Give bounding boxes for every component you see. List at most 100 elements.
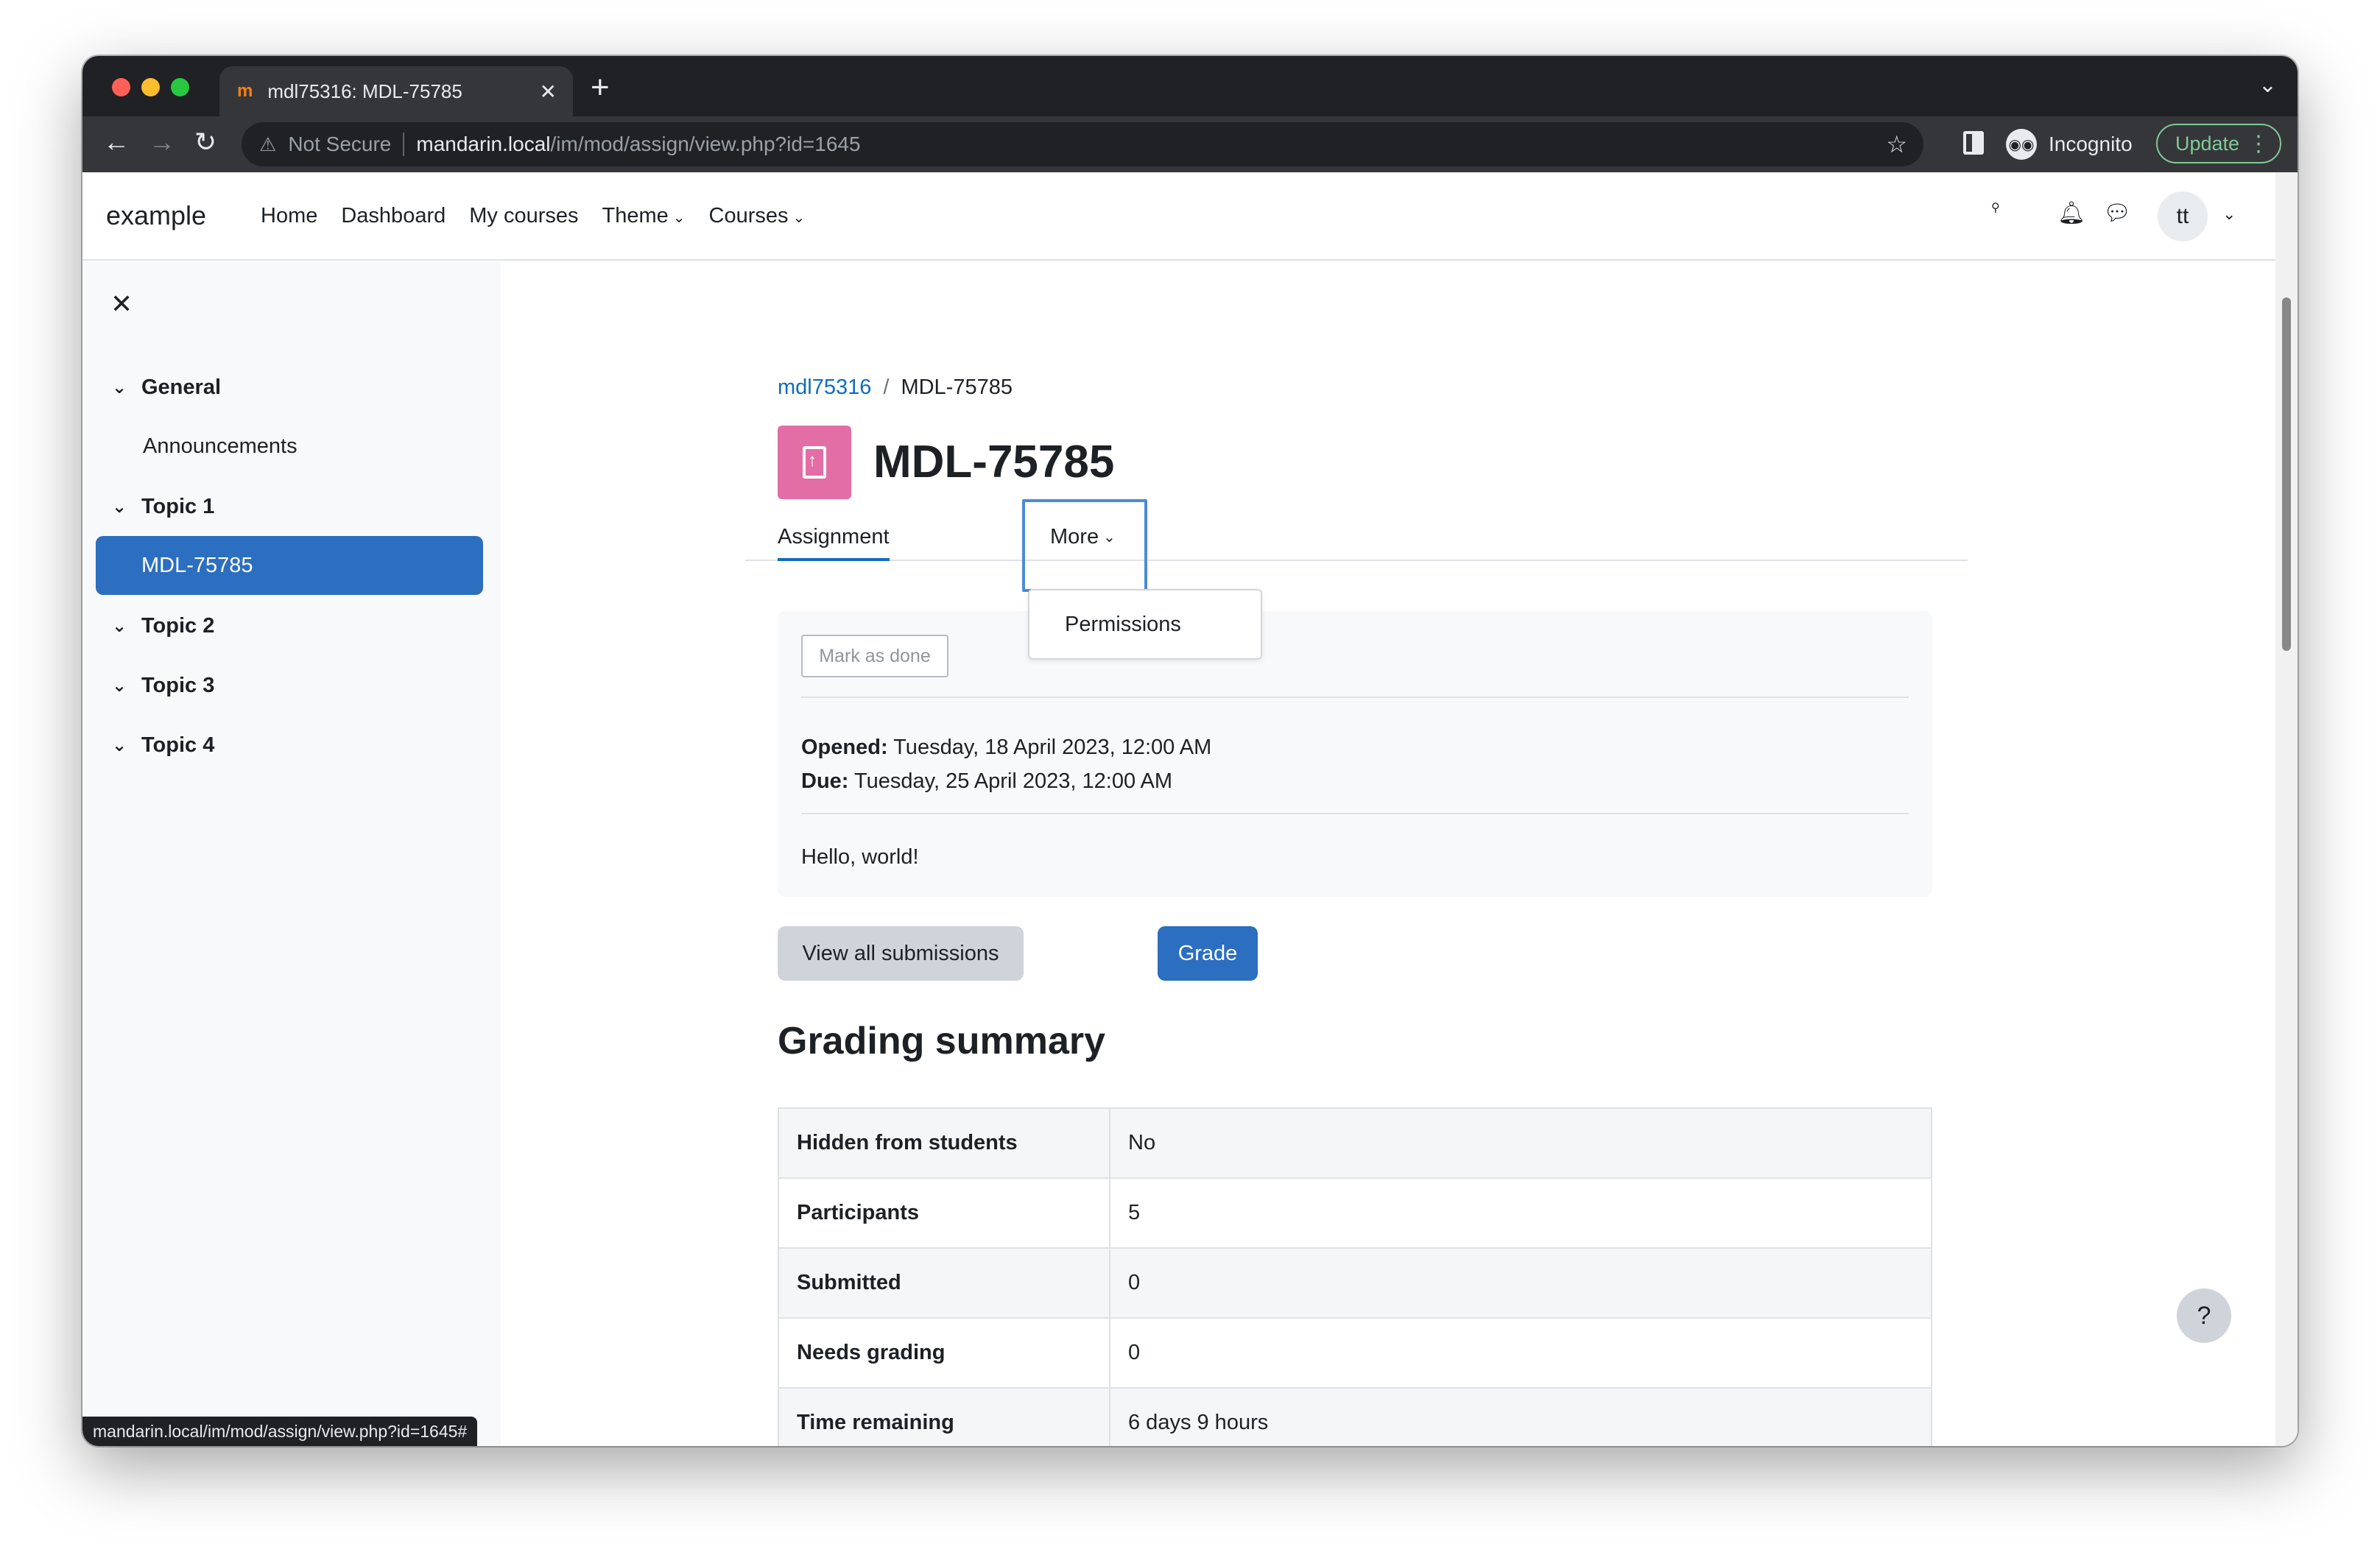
chevron-down-icon: ⌄ <box>672 209 686 226</box>
update-button[interactable]: Update ⋮ <box>2156 124 2281 163</box>
row-value: 0 <box>1109 1247 1932 1319</box>
row-label: Participants <box>778 1177 1110 1249</box>
url-path: /im/mod/assign/view.php?id=1645 <box>550 133 861 155</box>
chevron-down-icon[interactable]: ⌄ <box>97 735 141 756</box>
primary-navigation: Home Dashboard My courses Theme ⌄ Courses… <box>261 204 805 228</box>
breadcrumb: mdl75316 / MDL-75785 <box>778 375 1013 400</box>
activity-label: Announcements <box>143 434 298 458</box>
window-minimize-button[interactable] <box>141 78 160 96</box>
back-arrow-icon[interactable]: ← <box>103 127 130 158</box>
more-dropdown-menu: Permissions <box>1028 589 1262 660</box>
grading-summary-table: Hidden from students No Participants 5 S… <box>778 1107 1932 1446</box>
row-value: 6 days 9 hours <box>1109 1387 1932 1446</box>
activity-description: Hello, world! <box>801 845 919 869</box>
section-label: Topic 2 <box>141 613 215 638</box>
breadcrumb-divider: / <box>883 375 890 399</box>
table-row: Needs grading 0 <box>778 1317 1932 1389</box>
bookmark-star-icon[interactable]: ☆ <box>1886 130 1907 158</box>
notification-bell-icon[interactable]: 🔔︎ <box>2057 200 2085 226</box>
section-general[interactable]: ⌄ General <box>97 358 482 417</box>
search-icon[interactable]: ⚲ <box>1991 200 2000 215</box>
chevron-down-icon[interactable]: ⌄ <box>2222 205 2236 224</box>
nav-courses-label: Courses <box>708 203 789 228</box>
opened-label: Opened: <box>801 736 888 759</box>
chevron-down-icon: ⌄ <box>792 209 806 226</box>
nav-courses[interactable]: Courses ⌄ <box>709 204 806 228</box>
row-value: 5 <box>1109 1177 1932 1249</box>
update-label: Update <box>2175 132 2240 155</box>
section-topic-1[interactable]: ⌄ Topic 1 <box>97 477 482 536</box>
nav-theme[interactable]: Theme ⌄ <box>602 204 686 228</box>
menu-item-permissions[interactable]: Permissions <box>1065 613 1181 637</box>
nav-my-courses[interactable]: My courses <box>469 204 578 228</box>
due-label: Due: <box>801 769 849 793</box>
nav-dashboard[interactable]: Dashboard <box>341 204 446 228</box>
row-label: Hidden from students <box>778 1107 1110 1179</box>
due-value: Tuesday, 25 April 2023, 12:00 AM <box>854 769 1173 793</box>
breadcrumb-current: MDL-75785 <box>901 375 1013 399</box>
main-content: mdl75316 / MDL-75785 MDL-75785 Assignmen… <box>501 262 2275 1446</box>
security-label: Not Secure <box>288 133 392 155</box>
section-topic-4[interactable]: ⌄ Topic 4 <box>97 716 482 775</box>
incognito-icon: ◉◉ <box>2006 129 2037 160</box>
divider <box>403 133 405 156</box>
table-row: Time remaining 6 days 9 hours <box>778 1387 1932 1446</box>
activity-mdl-75785[interactable]: MDL-75785 <box>96 536 483 595</box>
chevron-down-icon[interactable]: ⌄ <box>97 496 141 518</box>
tab-search-chevron-icon[interactable]: ⌄ <box>2258 72 2277 98</box>
scrollbar-thumb[interactable] <box>2282 297 2291 651</box>
row-label: Time remaining <box>778 1387 1110 1446</box>
messages-icon[interactable]: 💬︎ <box>2103 200 2131 226</box>
tab-assignment[interactable]: Assignment <box>778 514 890 561</box>
browser-window: m mdl75316: MDL-75785 ✕ + ⌄ ← → ↻ ⚠ Not … <box>82 56 2298 1446</box>
secondary-navigation-divider <box>745 560 1968 561</box>
chevron-down-icon[interactable]: ⌄ <box>97 675 141 697</box>
browser-tab[interactable]: m mdl75316: MDL-75785 ✕ <box>219 66 573 116</box>
url-host: mandarin.local <box>416 133 551 155</box>
activity-label: MDL-75785 <box>141 553 253 577</box>
side-panel-icon[interactable] <box>1963 131 1984 155</box>
activity-header: Mark as done Opened: Tuesday, 18 April 2… <box>778 611 1932 897</box>
activity-announcements[interactable]: Announcements <box>97 417 482 476</box>
browser-toolbar: ← → ↻ ⚠ Not Secure mandarin.local /im/mo… <box>82 116 2298 172</box>
breadcrumb-course-link[interactable]: mdl75316 <box>778 375 871 400</box>
close-drawer-icon[interactable]: ✕ <box>110 289 133 320</box>
page-scrollbar[interactable] <box>2275 172 2298 1446</box>
site-brand[interactable]: example <box>106 200 206 231</box>
section-topic-2[interactable]: ⌄ Topic 2 <box>97 596 482 655</box>
mark-as-done-button[interactable]: Mark as done <box>801 635 948 677</box>
moodle-favicon-icon: m <box>237 81 253 101</box>
section-topic-3[interactable]: ⌄ Topic 3 <box>97 656 482 715</box>
grade-button[interactable]: Grade <box>1158 926 1258 981</box>
chevron-down-icon[interactable]: ⌄ <box>97 377 141 398</box>
forward-arrow-icon[interactable]: → <box>149 127 175 158</box>
incognito-label: Incognito <box>2049 133 2133 155</box>
section-label: Topic 3 <box>141 673 215 697</box>
warning-icon: ⚠ <box>259 133 277 155</box>
help-button[interactable]: ? <box>2177 1288 2231 1343</box>
tab-title: mdl75316: MDL-75785 <box>267 80 462 102</box>
status-bar-url: mandarin.local/im/mod/assign/view.php?id… <box>82 1417 478 1446</box>
assignment-icon <box>778 426 851 499</box>
close-tab-icon[interactable]: ✕ <box>540 80 557 104</box>
table-row: Hidden from students No <box>778 1107 1932 1179</box>
reload-icon[interactable]: ↻ <box>194 127 216 158</box>
nav-home[interactable]: Home <box>261 204 317 228</box>
window-close-button[interactable] <box>112 78 130 96</box>
opened-value: Tuesday, 18 April 2023, 12:00 AM <box>893 736 1212 759</box>
chevron-down-icon[interactable]: ⌄ <box>97 616 141 637</box>
address-bar[interactable]: ⚠ Not Secure mandarin.local /im/mod/assi… <box>242 122 1923 166</box>
new-tab-icon[interactable]: + <box>591 69 610 106</box>
window-zoom-button[interactable] <box>171 78 189 96</box>
row-value: No <box>1109 1107 1932 1179</box>
view-all-submissions-button[interactable]: View all submissions <box>778 926 1024 981</box>
row-label: Needs grading <box>778 1317 1110 1389</box>
section-label: Topic 4 <box>141 733 215 757</box>
incognito-indicator[interactable]: ◉◉ Incognito <box>2006 125 2133 163</box>
browser-tab-strip: m mdl75316: MDL-75785 ✕ + ⌄ <box>82 56 2298 116</box>
web-page: example Home Dashboard My courses Theme ⌄… <box>82 172 2298 1446</box>
activity-dates: Opened: Tuesday, 18 April 2023, 12:00 AM… <box>801 730 1211 798</box>
avatar[interactable]: tt <box>2158 191 2208 241</box>
more-focus-ring <box>1022 499 1147 592</box>
nav-theme-label: Theme <box>602 203 669 228</box>
